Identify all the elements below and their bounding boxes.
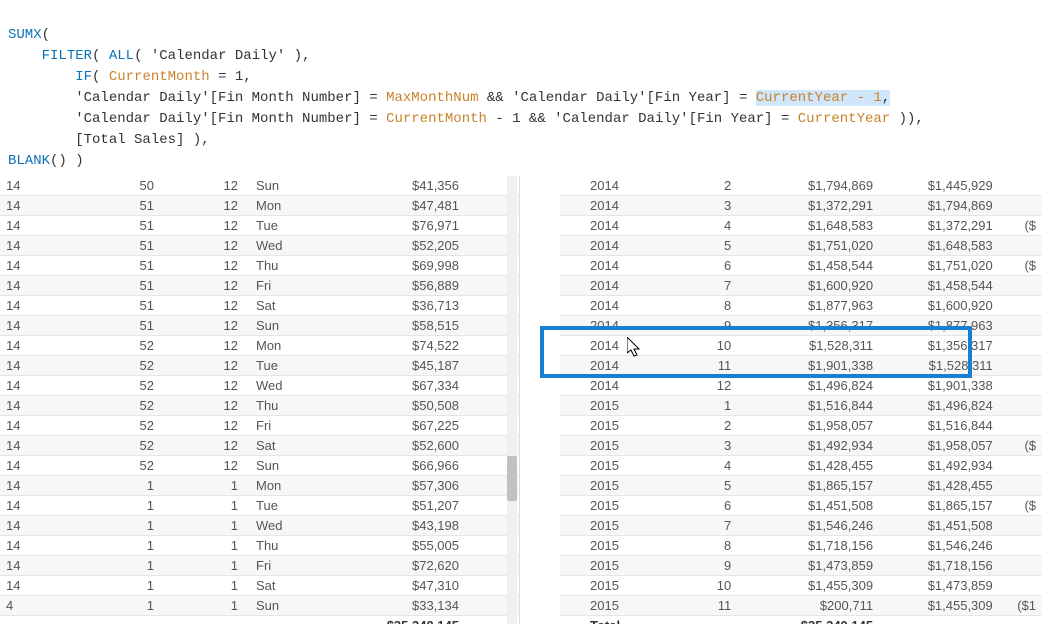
- left-total-row: $35,340,145: [0, 616, 519, 624]
- monthly-sales-table[interactable]: 20142$1,794,869$1,445,92920143$1,372,291…: [560, 176, 1042, 624]
- table-row[interactable]: 20142$1,794,869$1,445,929: [560, 176, 1042, 196]
- table-row[interactable]: 145112Thu$69,998: [0, 256, 519, 276]
- table-row[interactable]: 201410$1,528,311$1,356,317: [560, 336, 1042, 356]
- table-row[interactable]: 20155$1,865,157$1,428,455: [560, 476, 1042, 496]
- table-row[interactable]: 20154$1,428,455$1,492,934: [560, 456, 1042, 476]
- daily-sales-table[interactable]: 145012Sun$41,356145112Mon$47,481145112Tu…: [0, 176, 519, 624]
- table-row[interactable]: 201510$1,455,309$1,473,859: [560, 576, 1042, 596]
- table-row[interactable]: 145112Sun$58,515: [0, 316, 519, 336]
- table-row[interactable]: 20145$1,751,020$1,648,583: [560, 236, 1042, 256]
- table-row[interactable]: 1411Tue$51,207: [0, 496, 519, 516]
- table-row[interactable]: 201411$1,901,338$1,528,311: [560, 356, 1042, 376]
- table-row[interactable]: 20143$1,372,291$1,794,869: [560, 196, 1042, 216]
- table-row[interactable]: 145112Fri$56,889: [0, 276, 519, 296]
- left-table-pane[interactable]: 145012Sun$41,356145112Mon$47,481145112Tu…: [0, 176, 520, 624]
- table-row[interactable]: 145212Thu$50,508: [0, 396, 519, 416]
- table-row[interactable]: 20147$1,600,920$1,458,544: [560, 276, 1042, 296]
- table-row[interactable]: 1411Thu$55,005: [0, 536, 519, 556]
- table-row[interactable]: 20157$1,546,246$1,451,508: [560, 516, 1042, 536]
- table-row[interactable]: 145212Sat$52,600: [0, 436, 519, 456]
- table-row[interactable]: 20151$1,516,844$1,496,824: [560, 396, 1042, 416]
- table-row[interactable]: 145112Wed$52,205: [0, 236, 519, 256]
- table-row[interactable]: 145212Sun$66,966: [0, 456, 519, 476]
- table-row[interactable]: 1411Sat$47,310: [0, 576, 519, 596]
- table-row[interactable]: 145212Mon$74,522: [0, 336, 519, 356]
- table-row[interactable]: 20159$1,473,859$1,718,156: [560, 556, 1042, 576]
- dax-formula-editor[interactable]: SUMX( FILTER( ALL( 'Calendar Daily' ), I…: [0, 0, 1042, 176]
- table-row[interactable]: 411Sun$33,134: [0, 596, 519, 616]
- table-row[interactable]: 145212Tue$45,187: [0, 356, 519, 376]
- table-row[interactable]: 20153$1,492,934$1,958,057($: [560, 436, 1042, 456]
- table-row[interactable]: 20149$1,356,317$1,877,963: [560, 316, 1042, 336]
- table-row[interactable]: 20152$1,958,057$1,516,844: [560, 416, 1042, 436]
- table-row[interactable]: 20158$1,718,156$1,546,246: [560, 536, 1042, 556]
- table-row[interactable]: 145112Sat$36,713: [0, 296, 519, 316]
- right-total-row: Total $35,340,145: [560, 616, 1042, 624]
- table-row[interactable]: 145212Fri$67,225: [0, 416, 519, 436]
- table-row[interactable]: 1411Mon$57,306: [0, 476, 519, 496]
- table-row[interactable]: 20146$1,458,544$1,751,020($: [560, 256, 1042, 276]
- table-row[interactable]: 145112Tue$76,971: [0, 216, 519, 236]
- table-row[interactable]: 20148$1,877,963$1,600,920: [560, 296, 1042, 316]
- table-row[interactable]: 145212Wed$67,334: [0, 376, 519, 396]
- table-row[interactable]: 201511$200,711$1,455,309($1: [560, 596, 1042, 616]
- table-row[interactable]: 145012Sun$41,356: [0, 176, 519, 196]
- table-row[interactable]: 1411Wed$43,198: [0, 516, 519, 536]
- table-row[interactable]: 145112Mon$47,481: [0, 196, 519, 216]
- scrollbar-thumb[interactable]: [507, 456, 517, 501]
- table-row[interactable]: 201412$1,496,824$1,901,338: [560, 376, 1042, 396]
- right-table-pane[interactable]: 20142$1,794,869$1,445,92920143$1,372,291…: [560, 176, 1042, 624]
- table-row[interactable]: 20156$1,451,508$1,865,157($: [560, 496, 1042, 516]
- left-scrollbar[interactable]: [507, 176, 517, 624]
- table-row[interactable]: 20144$1,648,583$1,372,291($: [560, 216, 1042, 236]
- table-row[interactable]: 1411Fri$72,620: [0, 556, 519, 576]
